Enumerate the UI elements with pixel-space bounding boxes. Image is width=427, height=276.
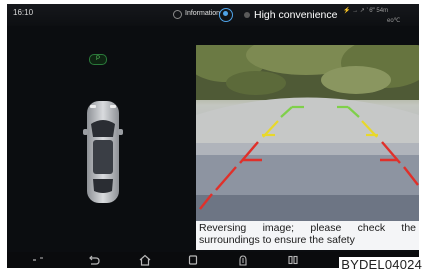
info-icon[interactable]: [173, 10, 182, 19]
camera-caption: Reversing image; please check the surrou…: [196, 221, 419, 250]
status-secondary-indicator: eo℃: [387, 18, 401, 24]
drawer-handle-icon[interactable]: [31, 254, 45, 266]
watermark-code: BYDEL04024: [339, 257, 424, 272]
status-indicators: ⚡ → ↗ ’ 6‴ 54m: [343, 8, 389, 14]
driver-profile-icon[interactable]: [219, 8, 233, 22]
infotainment-screen: 16:10 Information High convenience ⚡ → ↗…: [7, 4, 419, 268]
clock: 16:10: [13, 8, 34, 17]
home-icon[interactable]: [138, 254, 152, 266]
park-badge: P: [89, 54, 107, 65]
information-label[interactable]: Information: [185, 10, 220, 17]
drive-mode-label[interactable]: High convenience: [254, 9, 337, 21]
split-screen-icon[interactable]: [286, 254, 300, 266]
app-shortcut-icon[interactable]: [236, 254, 250, 266]
car-top-view-icon: [83, 101, 123, 203]
back-icon[interactable]: [87, 254, 101, 266]
rear-camera-view: [196, 45, 419, 222]
status-bar: 16:10 Information High convenience ⚡ → ↗…: [7, 4, 419, 26]
mode-indicator-icon: [244, 12, 250, 18]
recents-icon[interactable]: [186, 254, 200, 266]
